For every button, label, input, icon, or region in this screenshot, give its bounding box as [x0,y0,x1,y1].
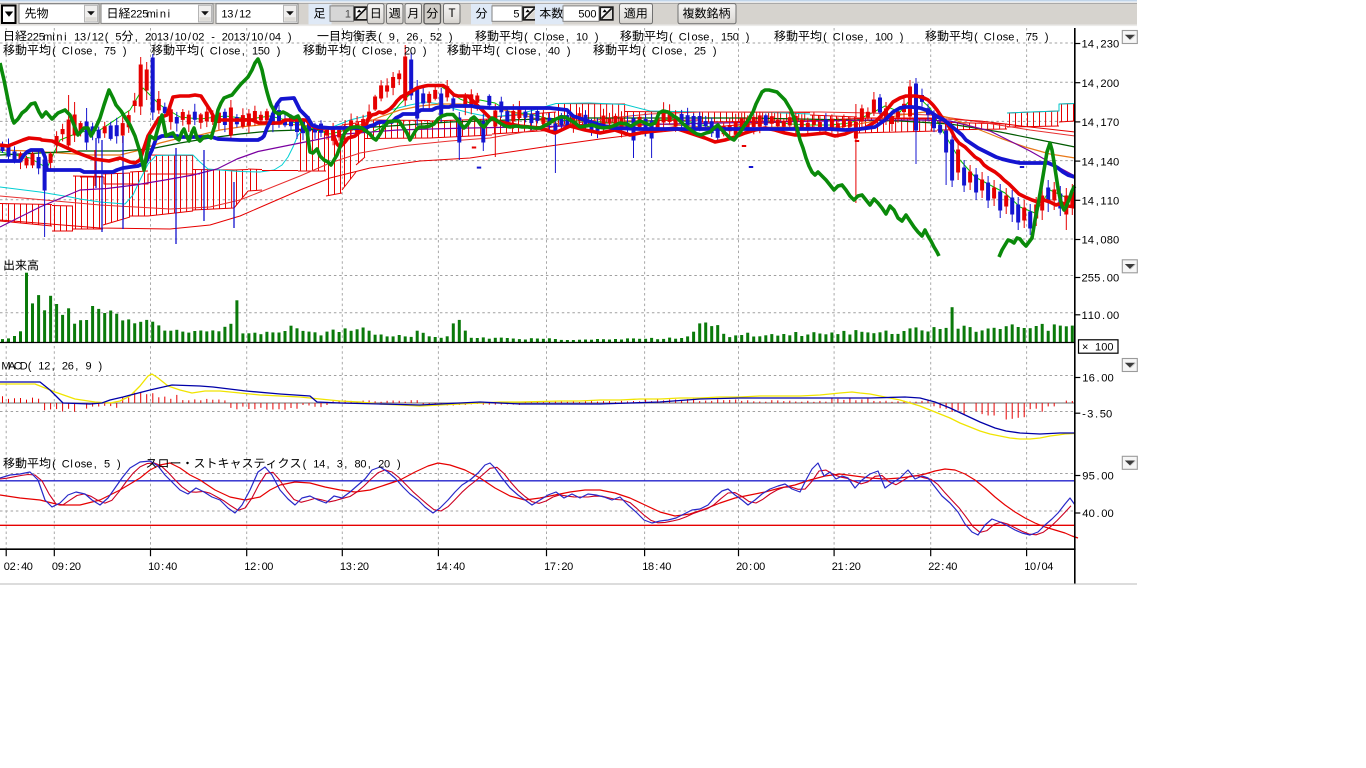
svg-text:(Close,20): (Close,20) [352,45,426,57]
svg-text:95.00: 95.00 [1082,471,1113,483]
svg-text:(Close,40): (Close,40) [496,45,570,57]
svg-text:14,200: 14,200 [1082,78,1120,90]
svg-text:(Close,10): (Close,10) [524,31,598,43]
svg-text:14,170: 14,170 [1082,117,1120,129]
svg-text:(Close,150): (Close,150) [200,45,280,57]
svg-text:40.00: 40.00 [1082,508,1113,520]
svg-text:500: 500 [578,8,596,20]
svg-text:12:00: 12:00 [244,561,273,573]
svg-text:14,110: 14,110 [1082,196,1120,208]
svg-text:,2013/10/02-2013/10/04): ,2013/10/02-2013/10/04) [135,31,292,43]
svg-text:13:20: 13:20 [340,561,369,573]
svg-text:14:40: 14:40 [436,561,465,573]
svg-text:-3.50: -3.50 [1082,408,1112,420]
svg-text:13/12: 13/12 [221,9,251,21]
svg-text:1: 1 [345,8,351,20]
svg-text:225mini13/12(5: 225mini13/12(5 [27,31,122,43]
svg-text:14,080: 14,080 [1082,235,1120,247]
svg-text:100: 100 [1095,341,1114,353]
svg-text:×: × [1082,341,1088,353]
svg-text:MACD(12,26,9): MACD(12,26,9) [1,361,102,373]
svg-text:22:40: 22:40 [928,561,957,573]
svg-text:(Close,150): (Close,150) [669,31,749,43]
svg-text:5: 5 [513,8,519,20]
svg-text:(9,26,52): (9,26,52) [378,31,452,43]
svg-text:10/04: 10/04 [1024,561,1053,573]
svg-text:(Close,25): (Close,25) [642,45,716,57]
svg-text:(Close,75): (Close,75) [974,31,1048,43]
svg-text:20:00: 20:00 [736,561,765,573]
svg-text:T: T [449,8,456,20]
svg-text:18:40: 18:40 [642,561,671,573]
svg-text:225mini: 225mini [130,9,170,21]
svg-text:10:40: 10:40 [148,561,177,573]
svg-text:17:20: 17:20 [544,561,573,573]
svg-text:16.00: 16.00 [1082,373,1113,385]
svg-text:(Close,75): (Close,75) [52,45,126,57]
svg-text:14,140: 14,140 [1082,156,1120,168]
svg-text:14,230: 14,230 [1082,39,1120,51]
svg-text:02:40: 02:40 [4,561,33,573]
svg-text:(Close,100): (Close,100) [823,31,903,43]
svg-text:21:20: 21:20 [832,561,861,573]
svg-text:09:20: 09:20 [52,561,81,573]
